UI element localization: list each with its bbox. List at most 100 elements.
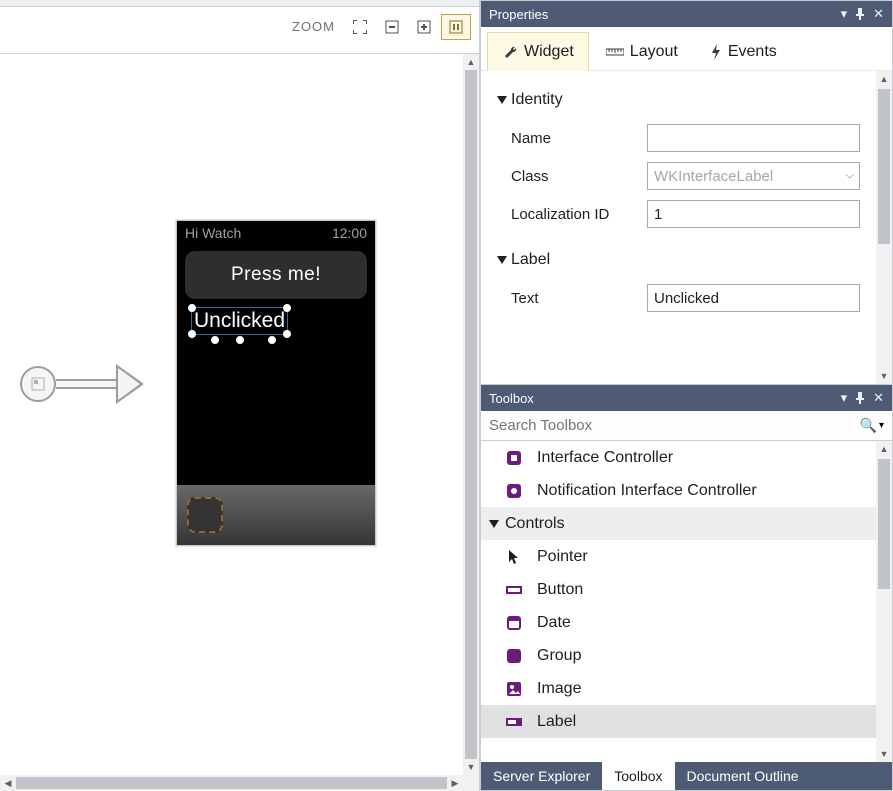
- constraints-toggle-button[interactable]: [441, 14, 471, 40]
- scroll-up-icon[interactable]: ▲: [876, 441, 892, 457]
- properties-titlebar[interactable]: Properties ▾ ✕: [481, 1, 892, 27]
- toolbox-item[interactable]: Group: [481, 639, 876, 672]
- zoom-out-button[interactable]: [377, 14, 407, 40]
- toolbox-group-controls[interactable]: Controls: [481, 507, 876, 540]
- scroll-right-icon[interactable]: ▶: [447, 775, 463, 791]
- tab-layout[interactable]: Layout: [591, 32, 693, 71]
- tab-server-explorer[interactable]: Server Explorer: [481, 762, 602, 790]
- canvas-vscrollbar[interactable]: ▲ ▼: [463, 54, 479, 775]
- toolbox-vscrollbar[interactable]: ▲ ▼: [876, 441, 892, 762]
- group-identity-label: Identity: [511, 91, 563, 109]
- name-input[interactable]: [647, 124, 860, 152]
- properties-title: Properties: [489, 7, 548, 22]
- toolbox-search-input[interactable]: [489, 417, 860, 434]
- properties-vscrollbar[interactable]: ▲ ▼: [876, 71, 892, 384]
- canvas-hscrollbar[interactable]: ◀ ▶: [0, 775, 463, 791]
- tab-events[interactable]: Events: [695, 32, 792, 71]
- toolbox-item-label: Notification Interface Controller: [537, 482, 757, 500]
- date-icon: [505, 614, 523, 632]
- caret-down-icon: [489, 520, 499, 528]
- watch-interface-controller[interactable]: Hi Watch 12:00 Press me! Unclicked: [176, 220, 376, 546]
- text-label: Text: [497, 290, 647, 307]
- lightning-icon: [710, 44, 722, 60]
- toolbox-item-label: Interface Controller: [537, 449, 673, 467]
- toolbox-item-label: Button: [537, 581, 583, 599]
- pin-icon[interactable]: [855, 8, 865, 20]
- panel-menu-icon[interactable]: ▾: [841, 6, 848, 22]
- watch-status-bar: Hi Watch 12:00: [177, 221, 375, 245]
- zoom-fit-button[interactable]: [345, 14, 375, 40]
- toolbox-item[interactable]: Pointer: [481, 540, 876, 573]
- toolbox-item-label: Group: [537, 647, 581, 665]
- zoom-label: ZOOM: [292, 19, 335, 34]
- toolbox-item[interactable]: Button: [481, 573, 876, 606]
- caret-down-icon: [497, 256, 507, 264]
- zoom-in-button[interactable]: [409, 14, 439, 40]
- button-icon: [505, 581, 523, 599]
- scene-icon: [31, 377, 45, 391]
- interface-controller-icon: [505, 449, 523, 467]
- bottom-tab-strip: Server Explorer Toolbox Document Outline: [481, 762, 892, 790]
- toolbox-item-label: Label: [537, 713, 576, 731]
- image-icon: [505, 680, 523, 698]
- tab-toolbox[interactable]: Toolbox: [602, 762, 674, 790]
- close-icon[interactable]: ✕: [873, 390, 884, 406]
- tab-document-outline[interactable]: Document Outline: [675, 762, 811, 790]
- scroll-down-icon[interactable]: ▼: [463, 759, 479, 775]
- ruler-icon: [606, 47, 624, 57]
- scroll-left-icon[interactable]: ◀: [0, 775, 16, 791]
- toolbox-item[interactable]: Label: [481, 705, 876, 738]
- search-icon[interactable]: 🔍: [860, 417, 877, 434]
- designer-panel: ZOOM Hi Watch 12:00 Press me! Unclic: [0, 0, 480, 791]
- toolbox-group-label: Controls: [505, 515, 565, 533]
- pin-icon[interactable]: [855, 392, 865, 404]
- class-label: Class: [497, 168, 647, 185]
- class-combobox[interactable]: [647, 162, 860, 190]
- label-icon: [505, 713, 523, 731]
- tab-layout-label: Layout: [630, 43, 678, 61]
- pointer-icon: [505, 548, 523, 566]
- toolbox-item-label: Pointer: [537, 548, 588, 566]
- caret-down-icon: [497, 96, 507, 104]
- toolbox-search[interactable]: 🔍 ▾: [481, 411, 892, 441]
- toolbox-item-label: Image: [537, 680, 581, 698]
- watch-button[interactable]: Press me!: [185, 251, 367, 299]
- tab-widget[interactable]: Widget: [487, 32, 589, 71]
- toolbox-titlebar[interactable]: Toolbox ▾ ✕: [481, 385, 892, 411]
- watch-label-selected[interactable]: Unclicked: [191, 307, 288, 335]
- tab-widget-label: Widget: [524, 43, 574, 61]
- property-tabs: Widget Layout Events: [481, 27, 892, 71]
- toolbox-item[interactable]: Image: [481, 672, 876, 705]
- watch-app-icon: [187, 497, 223, 533]
- toolbox-tree: Interface Controller Notification Interf…: [481, 441, 876, 762]
- toolbox-item[interactable]: Interface Controller: [481, 441, 876, 474]
- toolbox-item[interactable]: Date: [481, 606, 876, 639]
- designer-canvas[interactable]: Hi Watch 12:00 Press me! Unclicked: [0, 54, 479, 791]
- entry-point-arrow[interactable]: [20, 364, 144, 404]
- group-label-label: Label: [511, 251, 550, 269]
- search-chevron-icon[interactable]: ▾: [879, 420, 884, 431]
- localization-id-label: Localization ID: [497, 206, 647, 223]
- group-label[interactable]: Label: [497, 251, 860, 269]
- wrench-icon: [502, 44, 518, 60]
- close-icon[interactable]: ✕: [873, 6, 884, 22]
- scroll-down-icon[interactable]: ▼: [876, 746, 892, 762]
- tab-events-label: Events: [728, 43, 777, 61]
- scroll-up-icon[interactable]: ▲: [463, 54, 479, 70]
- group-identity[interactable]: Identity: [497, 91, 860, 109]
- toolbox-item-label: Date: [537, 614, 571, 632]
- group-icon: [505, 647, 523, 665]
- text-input[interactable]: [647, 284, 860, 312]
- localization-id-input[interactable]: [647, 200, 860, 228]
- toolbox-title: Toolbox: [489, 391, 534, 406]
- panel-menu-icon[interactable]: ▾: [841, 390, 848, 406]
- notification-controller-icon: [505, 482, 523, 500]
- chevron-down-icon[interactable]: ⌵: [846, 170, 854, 183]
- name-label: Name: [497, 130, 647, 147]
- toolbox-item[interactable]: Notification Interface Controller: [481, 474, 876, 507]
- scroll-down-icon[interactable]: ▼: [876, 368, 892, 384]
- scroll-up-icon[interactable]: ▲: [876, 71, 892, 87]
- properties-panel: Properties ▾ ✕ Widget Layout Events: [480, 0, 893, 385]
- watch-title: Hi Watch: [185, 225, 241, 241]
- watch-label-text: Unclicked: [194, 309, 285, 332]
